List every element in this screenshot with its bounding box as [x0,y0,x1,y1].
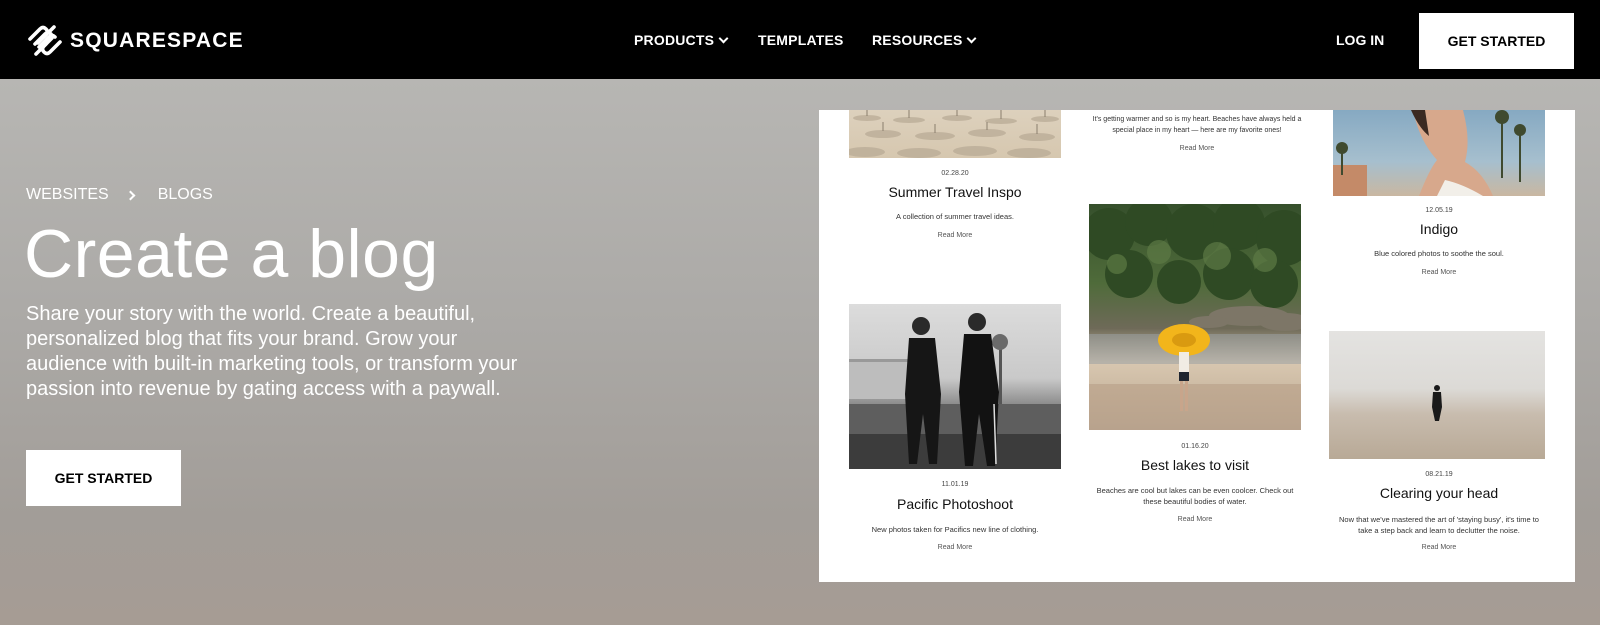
hero-get-started-button[interactable]: GET STARTED [26,450,181,506]
post-date: 12.05.19 [1425,207,1453,214]
beach-lake-photo [1089,204,1301,430]
login-link[interactable]: LOG IN [1336,31,1384,49]
post-date: 01.16.20 [1181,443,1209,450]
post-date: 11.01.19 [941,481,969,488]
post-date: 08.21.19 [1425,471,1453,478]
nav-templates-label: TEMPLATES [758,32,844,48]
breadcrumb-blogs[interactable]: BLOGS [158,186,213,204]
read-more-link[interactable]: Read More [1087,145,1307,152]
post-title[interactable]: Pacific Photoshoot [849,496,1061,512]
hero-description: Share your story with the world. Create … [26,303,518,400]
post-description: Beaches are cool but lakes can be even c… [1096,486,1294,506]
nav-templates[interactable]: TEMPLATES [758,31,844,49]
beach-umbrellas-photo [849,110,1061,158]
post-date: 02.28.20 [941,170,969,177]
blog-template-preview: 02.28.20 Summer Travel Inspo A collectio… [819,110,1575,582]
brand-logo[interactable]: SQUARESPACE [26,25,244,56]
pacific-photoshoot-photo [849,304,1061,469]
read-more-link[interactable]: Read More [1089,516,1301,523]
chevron-down-icon [967,33,977,43]
breadcrumb-websites[interactable]: WEBSITES [26,186,109,204]
post-description: It's getting warmer and so is my heart. … [1092,116,1302,134]
read-more-link[interactable]: Read More [849,544,1061,551]
post-title[interactable]: Summer Travel Inspo [849,184,1061,200]
nav-resources[interactable]: RESOURCES [872,31,977,49]
nav-get-started-button[interactable]: GET STARTED [1419,13,1574,69]
post-description: A collection of summer travel ideas. [896,212,1014,221]
top-nav: SQUARESPACE PRODUCTS TEMPLATES RESOURCES… [0,0,1600,79]
post-title[interactable]: Indigo [1333,221,1545,237]
page-title: Create a blog [24,216,439,292]
read-more-link[interactable]: Read More [849,232,1061,239]
post-description: Blue colored photos to soothe the soul. [1374,249,1504,258]
nav-resources-label: RESOURCES [872,32,963,48]
brand-name: SQUARESPACE [70,29,244,52]
breadcrumb: WEBSITES BLOGS [26,186,213,204]
clearing-head-photo [1329,331,1545,459]
chevron-right-icon [125,190,136,200]
post-title[interactable]: Best lakes to visit [1089,457,1301,473]
nav-products-label: PRODUCTS [634,32,715,48]
chevron-down-icon [718,33,729,43]
indigo-photo [1333,110,1545,196]
squarespace-logo-icon [28,25,62,56]
read-more-link[interactable]: Read More [1333,269,1545,276]
post-description: Now that we've mastered the art of 'stay… [1339,515,1539,535]
post-description: New photos taken for Pacifics new line o… [871,525,1039,534]
post-title[interactable]: Clearing your head [1333,485,1545,501]
nav-products[interactable]: PRODUCTS [634,31,729,49]
read-more-link[interactable]: Read More [1333,544,1545,551]
